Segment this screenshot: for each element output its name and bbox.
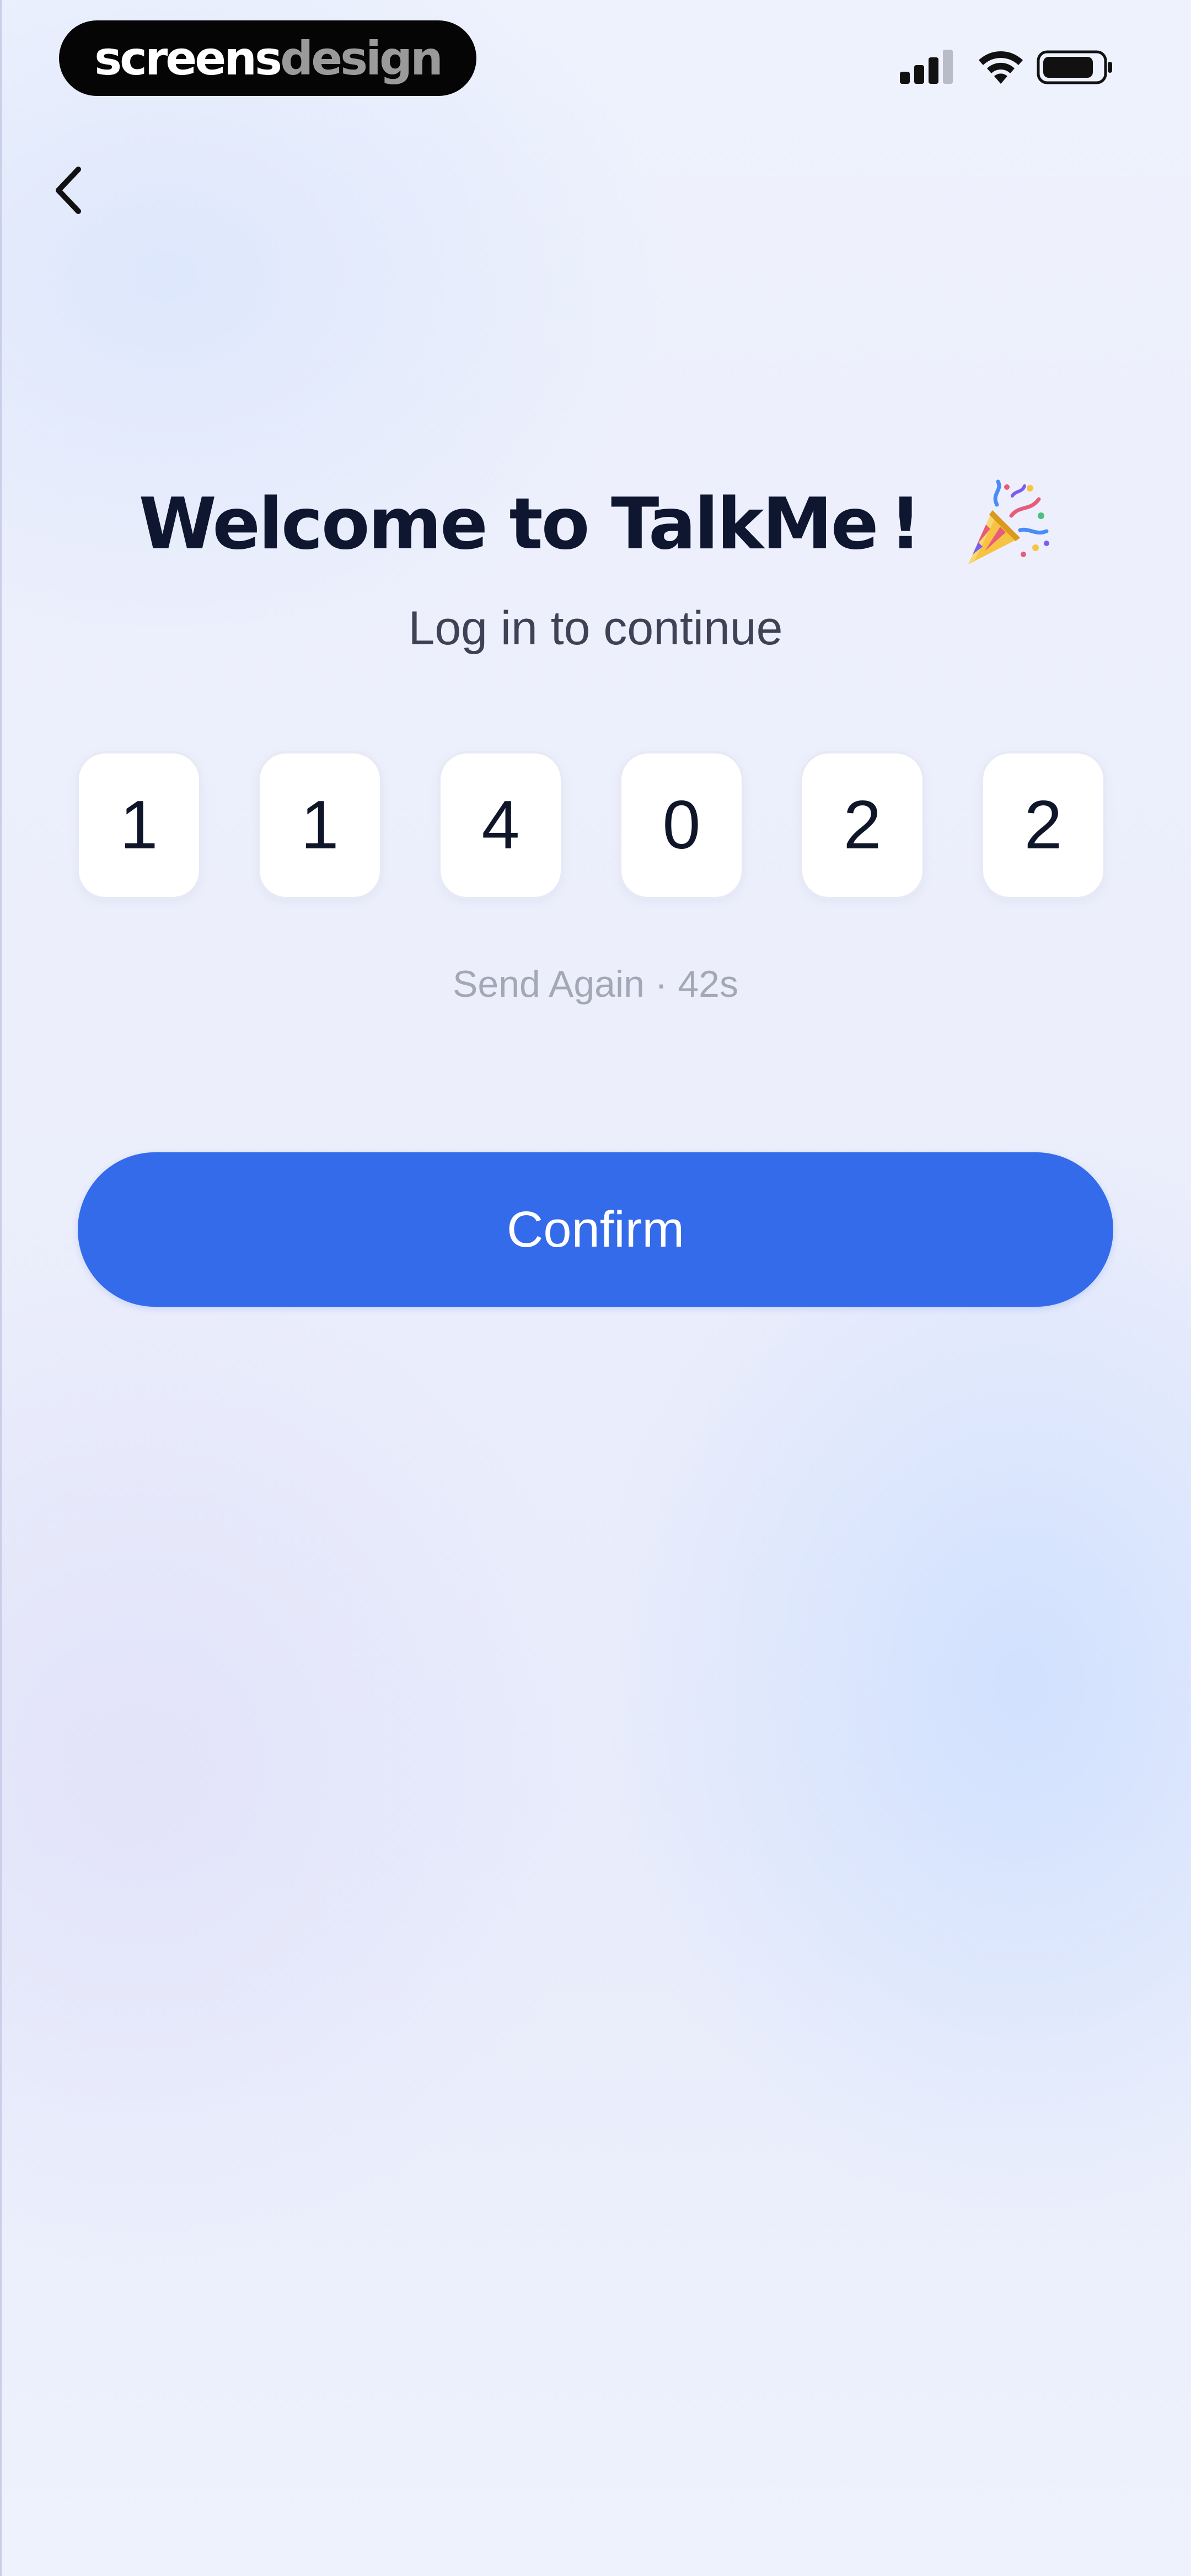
code-digit-3[interactable]: 4 <box>438 751 563 899</box>
status-bar <box>899 49 1119 87</box>
title-row: Welcome to TalkMe ! <box>0 469 1191 579</box>
verification-code-input[interactable]: 1 1 4 0 2 2 <box>77 751 1107 900</box>
watermark-part-1: screens <box>94 31 282 85</box>
party-popper-icon <box>968 479 1050 564</box>
code-digit-2[interactable]: 1 <box>257 751 382 899</box>
subtitle: Log in to continue <box>408 602 783 655</box>
back-button[interactable] <box>39 154 99 226</box>
watermark-part-2: design <box>280 31 443 85</box>
frame-edge <box>0 0 2 2576</box>
confirm-button[interactable]: Confirm <box>78 1152 1113 1307</box>
screensdesign-watermark: screens design <box>59 20 476 96</box>
cellular-signal-icon <box>900 50 953 84</box>
page-title: Welcome to TalkMe ! <box>138 483 922 565</box>
code-digit-4[interactable]: 0 <box>619 751 744 899</box>
code-digit-5[interactable]: 2 <box>800 751 925 899</box>
code-digit-6[interactable]: 2 <box>981 751 1106 899</box>
code-digit-1[interactable]: 1 <box>77 751 201 899</box>
send-again-countdown[interactable]: Send Again · 42s <box>0 963 1191 1006</box>
chevron-left-icon <box>56 167 81 214</box>
wifi-icon <box>979 51 1023 84</box>
verification-screen: screens design Welcome to TalkMe ! Log i… <box>0 0 1191 2576</box>
battery-icon <box>1037 50 1112 84</box>
